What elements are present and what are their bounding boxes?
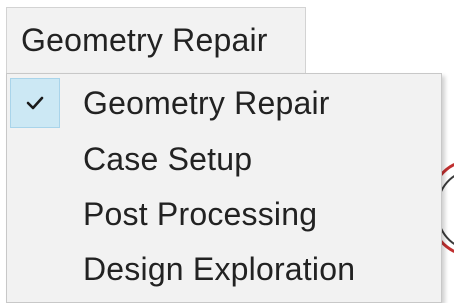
check-icon: [10, 78, 60, 128]
menu-item-post-processing[interactable]: Post Processing: [7, 186, 441, 242]
menu-item-case-setup[interactable]: Case Setup: [7, 131, 441, 187]
menu-item-label: Geometry Repair: [83, 84, 330, 121]
menu-item-label: Case Setup: [83, 140, 253, 177]
menu-item-design-exploration[interactable]: Design Exploration: [7, 241, 441, 297]
workflow-dropdown-menu: Geometry Repair Case Setup Post Processi…: [6, 73, 442, 303]
menu-item-label: Post Processing: [83, 195, 318, 232]
menu-item-label: Design Exploration: [83, 250, 356, 287]
menu-item-geometry-repair[interactable]: Geometry Repair: [7, 75, 441, 131]
workflow-dropdown-label: Geometry Repair: [21, 22, 268, 58]
workflow-dropdown-button[interactable]: Geometry Repair: [6, 7, 306, 73]
